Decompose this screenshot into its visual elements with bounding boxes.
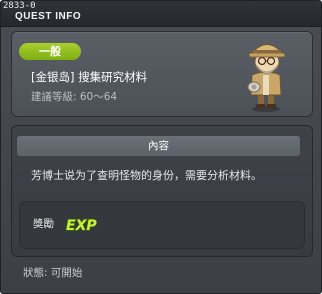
quest-info-window: 2833-0 QUEST INFO 一般 [金银岛] 搜集研究材料 建議等級: … <box>0 0 322 294</box>
window-title: QUEST INFO <box>15 11 82 22</box>
quest-level-requirement: 建議等級: 60～64 <box>31 91 118 103</box>
quest-status: 狀態: 可開始 <box>23 267 83 279</box>
content-section-header: 內容 <box>17 136 300 156</box>
title-bar[interactable]: 2833-0 QUEST INFO <box>1 1 321 27</box>
exp-reward-text: EXP <box>66 218 97 233</box>
reward-label: 獎勵 <box>33 218 54 230</box>
category-badge: 一般 <box>19 43 81 60</box>
quest-description: 芳博士说为了查明怪物的身份，需要分析材料。 <box>31 169 262 182</box>
reward-box <box>19 201 305 249</box>
window-id-label: 2833-0 <box>3 1 36 11</box>
professor-npc-icon <box>247 44 286 112</box>
quest-title: [金银岛] 搜集研究材料 <box>31 70 148 84</box>
exp-reward-icon: EXP <box>65 217 98 233</box>
